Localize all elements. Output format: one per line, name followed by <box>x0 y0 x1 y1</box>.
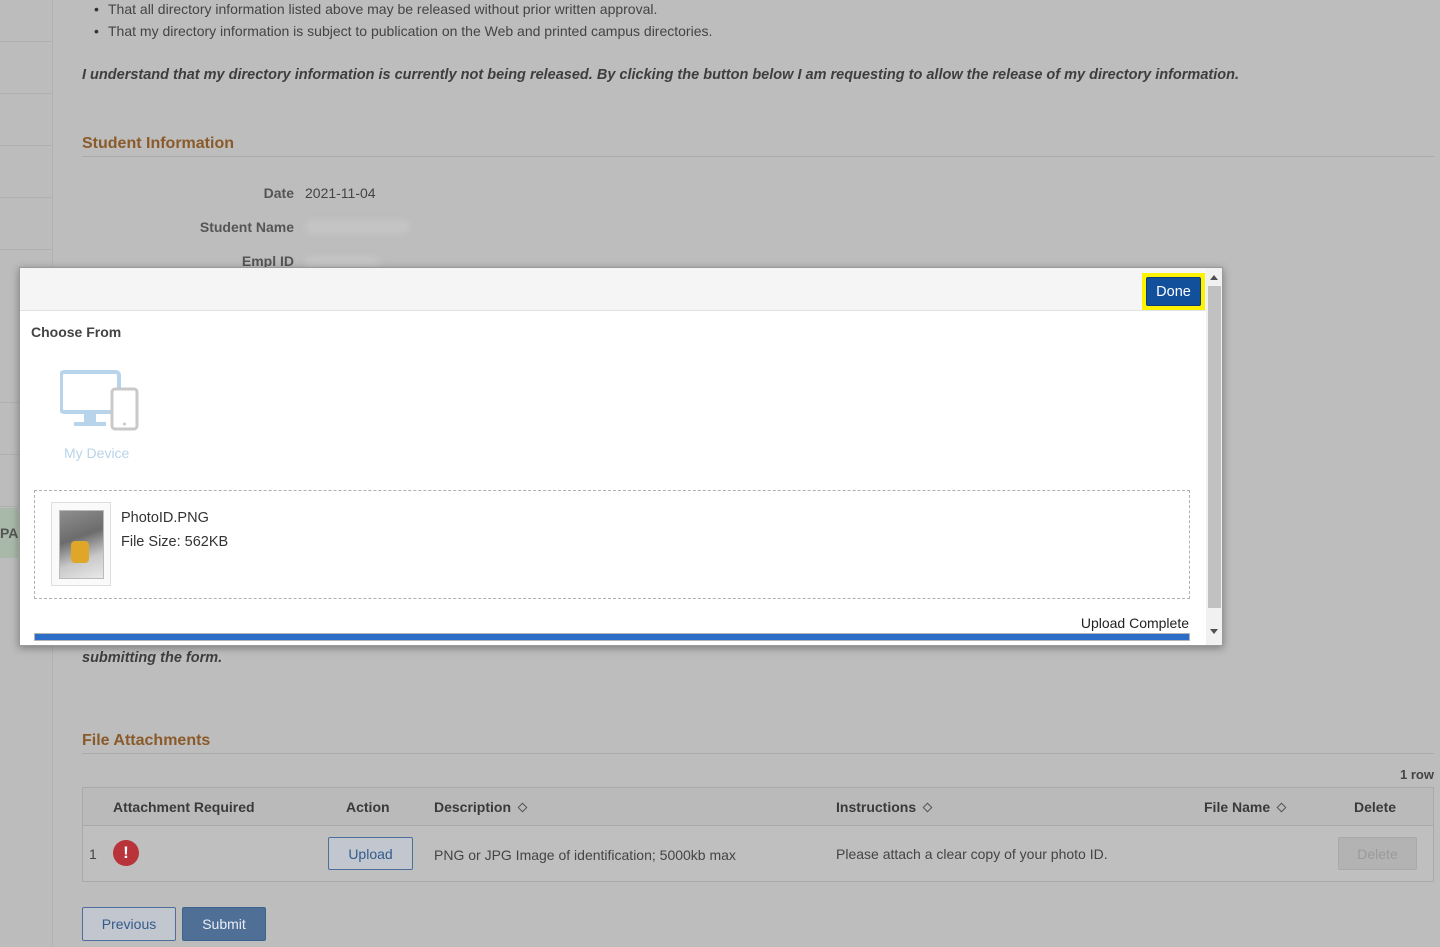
my-device-label[interactable]: My Device <box>64 445 129 461</box>
col-action: Action <box>346 799 390 815</box>
row-count: 1 row <box>1400 767 1434 782</box>
dialog-scrollbar[interactable] <box>1206 268 1222 645</box>
col-file-name-label: File Name <box>1204 799 1271 815</box>
upload-status: Upload Complete <box>1080 615 1189 631</box>
sort-icon <box>1276 802 1287 813</box>
submit-button[interactable]: Submit <box>182 907 266 941</box>
attachments-table: Attachment Required Action Description I… <box>82 787 1434 882</box>
row-description: PNG or JPG Image of identification; 5000… <box>434 847 736 863</box>
rail-divider <box>0 145 53 146</box>
photo-id-thumbnail-image <box>59 510 104 579</box>
file-attachments-title: File Attachments <box>82 732 211 749</box>
file-size: File Size: 562KB <box>121 534 229 550</box>
device-icon[interactable] <box>59 370 140 432</box>
scroll-down-arrow-icon[interactable] <box>1210 629 1218 634</box>
rail-divider <box>0 197 53 198</box>
rail-divider <box>0 93 53 94</box>
row-index: 1 <box>89 846 97 862</box>
col-delete: Delete <box>1354 799 1397 815</box>
rail-divider <box>0 249 53 250</box>
col-file-name[interactable]: File Name <box>1204 799 1287 815</box>
thumbnail-figure <box>71 541 89 563</box>
col-instructions-label: Instructions <box>836 799 917 815</box>
section-divider <box>82 156 1434 157</box>
release-notice: I understand that my directory informati… <box>82 67 1239 83</box>
student-name-value-redacted <box>305 220 410 234</box>
col-instructions[interactable]: Instructions <box>836 799 933 815</box>
upload-progress-fill <box>35 634 1189 640</box>
upload-progress-bar <box>34 633 1190 641</box>
form-note-tail: submitting the form. <box>82 650 223 666</box>
sort-icon <box>922 802 933 813</box>
condition-item: That my directory information is subject… <box>94 22 712 44</box>
done-highlight: Done <box>1142 273 1205 310</box>
student-info-title: Student Information <box>82 135 234 152</box>
rail-divider <box>0 41 53 42</box>
delete-button[interactable]: Delete <box>1338 837 1417 870</box>
col-description-label: Description <box>434 799 512 815</box>
sort-icon <box>517 802 528 813</box>
student-name-label: Student Name <box>199 219 294 235</box>
exclamation-circle-icon: ! <box>113 840 139 866</box>
condition-item: That all directory information listed ab… <box>94 0 712 22</box>
choose-from-label: Choose From <box>31 324 122 340</box>
uploaded-file-card: PhotoID.PNG File Size: 562KB <box>34 490 1190 599</box>
page: PA That all directory information listed… <box>0 0 1440 947</box>
file-thumbnail <box>51 502 111 586</box>
col-description[interactable]: Description <box>434 799 528 815</box>
col-attachment-required: Attachment Required <box>113 799 255 815</box>
upload-button[interactable]: Upload <box>328 837 413 870</box>
done-button[interactable]: Done <box>1146 277 1201 306</box>
scroll-up-arrow-icon[interactable] <box>1210 275 1218 280</box>
dialog-header: Done <box>20 268 1206 311</box>
release-conditions-list: That all directory information listed ab… <box>94 0 712 44</box>
date-value: 2021-11-04 <box>305 185 376 201</box>
previous-button[interactable]: Previous <box>82 907 176 941</box>
section-divider <box>82 753 1434 754</box>
scroll-thumb[interactable] <box>1208 286 1221 608</box>
file-upload-dialog: Done Choose From My Device PhotoID.PNG F… <box>19 267 1223 646</box>
date-label: Date <box>263 185 294 201</box>
table-header: Attachment Required Action Description I… <box>83 788 1433 826</box>
rail-tab[interactable]: PA <box>0 508 18 558</box>
row-instructions: Please attach a clear copy of your photo… <box>836 846 1108 862</box>
file-name: PhotoID.PNG <box>121 510 209 526</box>
